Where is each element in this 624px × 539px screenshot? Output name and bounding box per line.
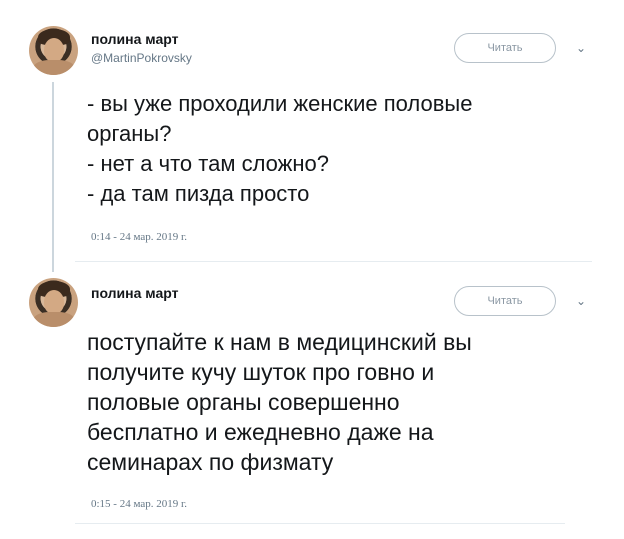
author-name[interactable]: полина март xyxy=(91,31,178,47)
tweet-text-line: - да там пизда просто xyxy=(87,181,310,206)
tweet-1: полина март @MartinPokrovsky Читать ⌄ - … xyxy=(0,0,624,270)
chevron-down-icon[interactable]: ⌄ xyxy=(576,294,586,308)
follow-button[interactable]: Читать xyxy=(454,33,556,63)
divider xyxy=(75,523,565,524)
tweet-text: поступайте к нам в медицинский вы получи… xyxy=(87,327,472,477)
tweet-text-line: бесплатно и ежедневно даже на xyxy=(87,419,434,445)
tweet-2: полина март Читать ⌄ поступайте к нам в … xyxy=(0,270,624,539)
tweet-text-line: органы? xyxy=(87,121,172,146)
tweet-text: - вы уже проходили женские половые орган… xyxy=(87,88,472,208)
tweet-text-line: - вы уже проходили женские половые xyxy=(87,91,473,116)
timestamp[interactable]: 0:14 - 24 мар. 2019 г. xyxy=(91,231,187,243)
follow-button[interactable]: Читать xyxy=(454,286,556,316)
avatar[interactable] xyxy=(29,278,78,327)
tweet-text-line: получите кучу шуток про говно и xyxy=(87,359,435,385)
tweet-text-line: - нет а что там сложно? xyxy=(87,151,329,176)
avatar[interactable] xyxy=(29,26,78,75)
author-handle[interactable]: @MartinPokrovsky xyxy=(91,51,192,65)
author-name[interactable]: полина март xyxy=(91,285,178,301)
tweet-text-line: половые органы совершенно xyxy=(87,389,400,415)
timestamp[interactable]: 0:15 - 24 мар. 2019 г. xyxy=(91,498,187,510)
tweet-text-line: поступайте к нам в медицинский вы xyxy=(87,329,472,355)
divider xyxy=(75,261,592,262)
chevron-down-icon[interactable]: ⌄ xyxy=(576,41,586,55)
tweet-text-line: семинарах по физмату xyxy=(87,449,334,475)
